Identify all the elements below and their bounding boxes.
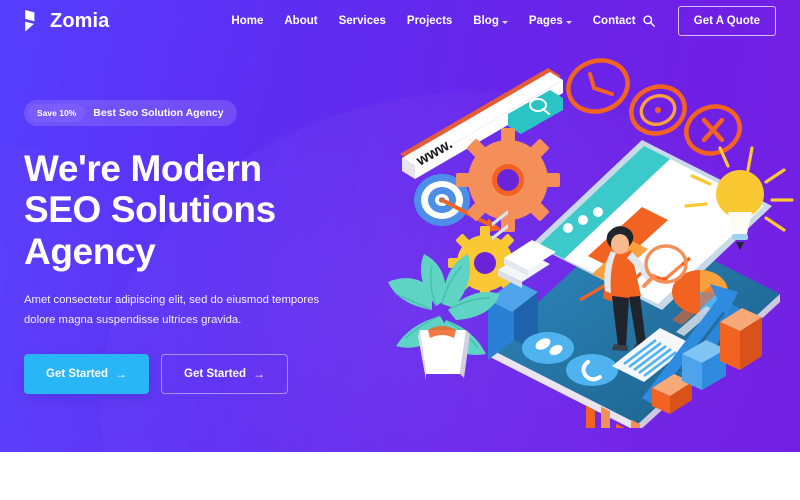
navbar-actions: Get A Quote: [641, 6, 776, 36]
chevron-down-icon: [565, 20, 572, 24]
cross-mark-icon: [684, 104, 742, 156]
hero-copy: Save 10% Best Seo Solution Agency We're …: [24, 100, 364, 395]
illustration-canvas: www.: [388, 58, 794, 428]
nav-item-contact[interactable]: Contact: [593, 15, 636, 27]
nav-item-pages[interactable]: Pages: [529, 15, 572, 27]
chevron-down-icon: [501, 20, 508, 24]
nav-item-label: Contact: [592, 15, 636, 27]
nav-item-label: Blog: [473, 15, 499, 27]
play-flag-logo-icon: [25, 10, 35, 32]
below-hero-area: [0, 452, 800, 500]
button-label: Get Started: [184, 368, 246, 381]
nav-item-home[interactable]: Home: [231, 15, 263, 27]
nav-item-label: Home: [231, 15, 264, 27]
save-badge-pill: Save 10%: [28, 104, 86, 122]
arrow-right-icon: →: [253, 367, 265, 382]
orange-gear: [456, 128, 560, 232]
headline-line-1: We're Modern: [24, 148, 262, 189]
hero-section: Zomia Home About Services Projects Blog …: [0, 0, 800, 452]
search-glyph: [643, 15, 655, 27]
headline-line-3: Agency: [24, 230, 156, 272]
nav-item-label: Projects: [406, 15, 453, 27]
page-title: We're Modern SEO Solutions Agency: [24, 148, 364, 272]
navbar: Zomia Home About Services Projects Blog …: [0, 0, 800, 42]
button-label: Get Started: [46, 368, 108, 381]
headline-line-2: SEO Solutions: [24, 189, 276, 231]
nav-item-services[interactable]: Services: [339, 15, 386, 27]
nav-item-label: Services: [338, 15, 386, 27]
hero-cta-row: Get Started → Get Started →: [24, 354, 364, 395]
nav-item-label: Pages: [528, 15, 563, 27]
get-started-secondary-button[interactable]: Get Started →: [161, 354, 288, 395]
nav-item-projects[interactable]: Projects: [407, 15, 452, 27]
nav-item-about[interactable]: About: [284, 15, 317, 27]
nav-item-blog[interactable]: Blog: [473, 15, 508, 27]
arrow-right-icon: →: [115, 367, 127, 382]
get-a-quote-button[interactable]: Get A Quote: [677, 6, 776, 36]
hero-badge: Save 10% Best Seo Solution Agency: [24, 100, 237, 126]
get-started-primary-button[interactable]: Get Started →: [24, 354, 149, 395]
clock-icon: [566, 58, 630, 114]
hero-subcopy: Amet consectetur adipiscing elit, sed do…: [24, 294, 320, 326]
brand-name: Zomia: [50, 9, 110, 32]
search-icon[interactable]: [641, 13, 657, 29]
target-ring-icon: [629, 84, 687, 136]
brand-logo[interactable]: Zomia: [24, 9, 109, 33]
seo-isometric-illustration: www.: [380, 48, 800, 428]
nav-item-label: About: [284, 15, 318, 27]
hero-badge-label: Best Seo Solution Agency: [93, 107, 224, 119]
nav-menu: Home About Services Projects Blog Pages …: [231, 15, 635, 27]
